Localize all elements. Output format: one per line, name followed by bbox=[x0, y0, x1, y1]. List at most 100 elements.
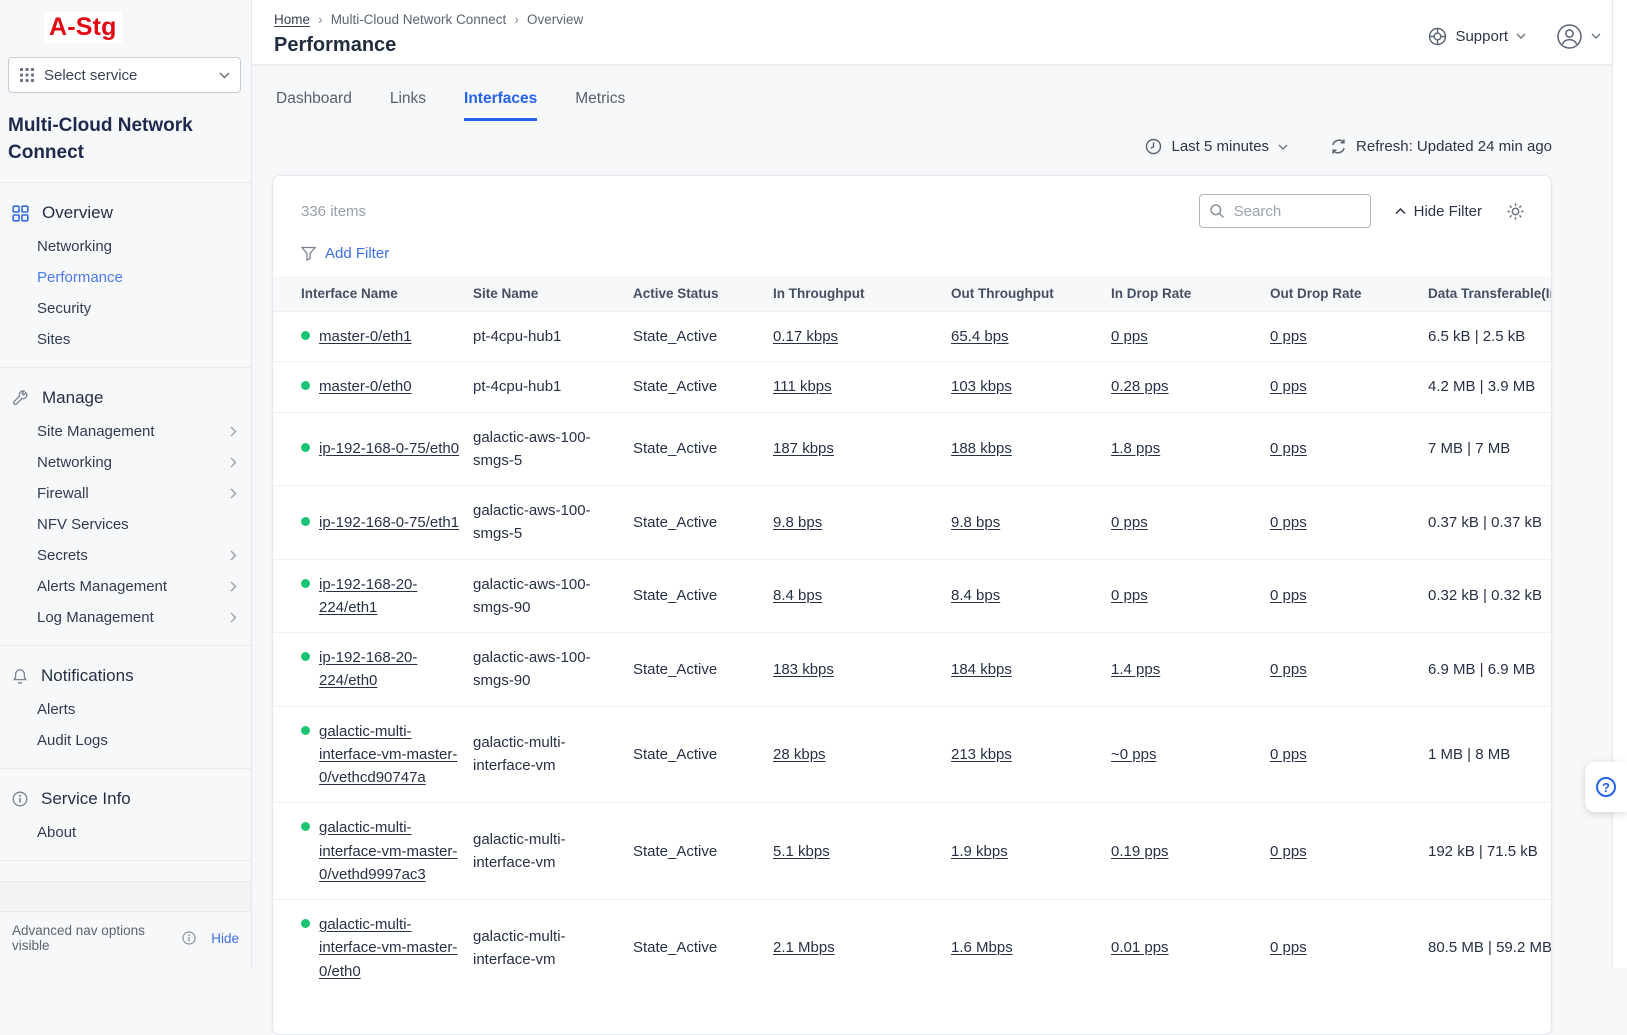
out-throughput-link[interactable]: 65.4 bps bbox=[951, 328, 1009, 345]
in-throughput-link-cell: 8.4 bps bbox=[773, 559, 951, 633]
hide-advanced-nav-link[interactable]: Hide bbox=[211, 931, 239, 946]
sidebar-item-nfv-services[interactable]: NFV Services bbox=[0, 509, 251, 540]
in-throughput-link[interactable]: 5.1 kbps bbox=[773, 843, 830, 860]
status-dot-icon bbox=[301, 443, 310, 452]
table-row: ip-192-168-0-75/eth1galactic-aws-100-smg… bbox=[273, 486, 1552, 560]
column-header-interface-name[interactable]: Interface Name bbox=[273, 276, 473, 312]
sidebar-item-firewall[interactable]: Firewall bbox=[0, 478, 251, 509]
support-menu[interactable]: Support bbox=[1428, 27, 1526, 46]
refresh-button[interactable]: Refresh: Updated 24 min ago bbox=[1330, 138, 1552, 155]
help-button[interactable]: ? bbox=[1585, 762, 1627, 812]
out-throughput-link[interactable]: 213 kbps bbox=[951, 746, 1012, 763]
interface-link[interactable]: galactic-multi-interface-vm-master-0/eth… bbox=[319, 913, 461, 983]
sidebar-item-networking[interactable]: Networking bbox=[0, 447, 251, 478]
out-drop-rate-link[interactable]: 0 pps bbox=[1270, 440, 1307, 457]
out-drop-rate-link[interactable]: 0 pps bbox=[1270, 661, 1307, 678]
in-throughput-link[interactable]: 8.4 bps bbox=[773, 587, 822, 604]
brand-logo: A-Stg bbox=[44, 12, 122, 43]
out-drop-rate-link[interactable]: 0 pps bbox=[1270, 939, 1307, 956]
out-throughput-link[interactable]: 9.8 bps bbox=[951, 514, 1000, 531]
out-drop-rate-link[interactable]: 0 pps bbox=[1270, 328, 1307, 345]
in-drop-rate-link[interactable]: 0.19 pps bbox=[1111, 843, 1169, 860]
page-scrollbar[interactable] bbox=[1612, 0, 1627, 968]
sidebar-item-security[interactable]: Security bbox=[0, 293, 251, 324]
in-throughput-link[interactable]: 187 kbps bbox=[773, 440, 834, 457]
interface-link[interactable]: ip-192-168-20-224/eth1 bbox=[319, 573, 461, 620]
in-throughput-link[interactable]: 111 kbps bbox=[773, 378, 832, 395]
nav-header-overview[interactable]: Overview bbox=[0, 195, 251, 231]
column-header-active-status[interactable]: Active Status bbox=[633, 276, 773, 312]
in-drop-rate-link[interactable]: ~0 pps bbox=[1111, 746, 1156, 763]
add-filter-button[interactable]: Add Filter bbox=[273, 228, 1551, 276]
nav-header-notifications[interactable]: Notifications bbox=[0, 658, 251, 694]
in-drop-rate-link[interactable]: 1.4 pps bbox=[1111, 661, 1160, 678]
grid-icon bbox=[12, 205, 29, 222]
out-throughput-link-cell: 184 kbps bbox=[951, 633, 1111, 707]
interface-link[interactable]: ip-192-168-0-75/eth0 bbox=[319, 437, 459, 460]
sidebar-item-alerts[interactable]: Alerts bbox=[0, 694, 251, 725]
interface-link[interactable]: ip-192-168-20-224/eth0 bbox=[319, 646, 461, 693]
sidebar-item-about[interactable]: About bbox=[0, 817, 251, 848]
column-header-in-drop-rate[interactable]: In Drop Rate bbox=[1111, 276, 1270, 312]
column-header-out-drop-rate[interactable]: Out Drop Rate bbox=[1270, 276, 1428, 312]
in-drop-rate-link[interactable]: 0 pps bbox=[1111, 328, 1148, 345]
interface-link[interactable]: master-0/eth1 bbox=[319, 325, 412, 348]
nav-header-service-info[interactable]: Service Info bbox=[0, 781, 251, 817]
breadcrumb-item-home[interactable]: Home bbox=[274, 12, 310, 27]
sidebar-item-site-management[interactable]: Site Management bbox=[0, 416, 251, 447]
in-throughput-link[interactable]: 9.8 bps bbox=[773, 514, 822, 531]
hide-filter-toggle[interactable]: Hide Filter bbox=[1395, 203, 1482, 220]
sidebar-item-audit-logs[interactable]: Audit Logs bbox=[0, 725, 251, 756]
out-throughput-link[interactable]: 184 kbps bbox=[951, 661, 1012, 678]
sidebar-item-log-management[interactable]: Log Management bbox=[0, 602, 251, 633]
out-throughput-link[interactable]: 1.6 Mbps bbox=[951, 939, 1013, 956]
sidebar-item-sites[interactable]: Sites bbox=[0, 324, 251, 355]
out-drop-rate-link[interactable]: 0 pps bbox=[1270, 587, 1307, 604]
sidebar-item-performance[interactable]: Performance bbox=[0, 262, 251, 293]
in-throughput-link[interactable]: 2.1 Mbps bbox=[773, 939, 835, 956]
in-drop-rate-link[interactable]: 1.8 pps bbox=[1111, 440, 1160, 457]
gear-icon[interactable] bbox=[1506, 202, 1525, 221]
search-input[interactable] bbox=[1232, 202, 1361, 221]
sidebar-item-alerts-management[interactable]: Alerts Management bbox=[0, 571, 251, 602]
time-range-selector[interactable]: Last 5 minutes bbox=[1145, 138, 1288, 155]
interface-link[interactable]: galactic-multi-interface-vm-master-0/vet… bbox=[319, 816, 461, 886]
tab-dashboard[interactable]: Dashboard bbox=[276, 90, 352, 121]
out-throughput-link[interactable]: 103 kbps bbox=[951, 378, 1012, 395]
in-throughput-link[interactable]: 28 kbps bbox=[773, 746, 826, 763]
out-drop-rate-link[interactable]: 0 pps bbox=[1270, 746, 1307, 763]
tab-links[interactable]: Links bbox=[390, 90, 426, 121]
sidebar-item-secrets[interactable]: Secrets bbox=[0, 540, 251, 571]
out-throughput-link-cell: 65.4 bps bbox=[951, 312, 1111, 362]
search-box[interactable] bbox=[1199, 194, 1371, 228]
interface-link[interactable]: master-0/eth0 bbox=[319, 375, 412, 398]
in-throughput-link[interactable]: 183 kbps bbox=[773, 661, 834, 678]
column-header-data-transferable-in[interactable]: Data Transferable(In bbox=[1428, 276, 1552, 312]
out-throughput-link[interactable]: 1.9 kbps bbox=[951, 843, 1008, 860]
out-throughput-link[interactable]: 8.4 bps bbox=[951, 587, 1000, 604]
out-drop-rate-link[interactable]: 0 pps bbox=[1270, 378, 1307, 395]
tab-interfaces[interactable]: Interfaces bbox=[464, 90, 537, 121]
out-drop-rate-link[interactable]: 0 pps bbox=[1270, 843, 1307, 860]
column-header-in-throughput[interactable]: In Throughput bbox=[773, 276, 951, 312]
column-header-out-throughput[interactable]: Out Throughput bbox=[951, 276, 1111, 312]
service-selector[interactable]: Select service bbox=[8, 57, 241, 93]
in-drop-rate-link[interactable]: 0.28 pps bbox=[1111, 378, 1169, 395]
sidebar-item-networking[interactable]: Networking bbox=[0, 231, 251, 262]
tab-metrics[interactable]: Metrics bbox=[575, 90, 625, 121]
site-name-cell: pt-4cpu-hub1 bbox=[473, 362, 633, 412]
in-drop-rate-link[interactable]: 0 pps bbox=[1111, 514, 1148, 531]
in-throughput-link[interactable]: 0.17 kbps bbox=[773, 328, 838, 345]
interface-link[interactable]: galactic-multi-interface-vm-master-0/vet… bbox=[319, 720, 461, 790]
interface-link[interactable]: ip-192-168-0-75/eth1 bbox=[319, 511, 459, 534]
topbar: Home›Multi-Cloud Network Connect›Overvie… bbox=[252, 0, 1627, 65]
table-header-row: Interface NameSite NameActive StatusIn T… bbox=[273, 276, 1552, 312]
in-drop-rate-link[interactable]: 0.01 pps bbox=[1111, 939, 1169, 956]
out-throughput-link[interactable]: 188 kbps bbox=[951, 440, 1012, 457]
nav-header-manage[interactable]: Manage bbox=[0, 380, 251, 416]
out-drop-rate-link[interactable]: 0 pps bbox=[1270, 514, 1307, 531]
data-transferable-cell: 6.5 kB | 2.5 kB bbox=[1428, 312, 1552, 362]
in-drop-rate-link[interactable]: 0 pps bbox=[1111, 587, 1148, 604]
column-header-site-name[interactable]: Site Name bbox=[473, 276, 633, 312]
user-menu[interactable] bbox=[1556, 23, 1601, 50]
